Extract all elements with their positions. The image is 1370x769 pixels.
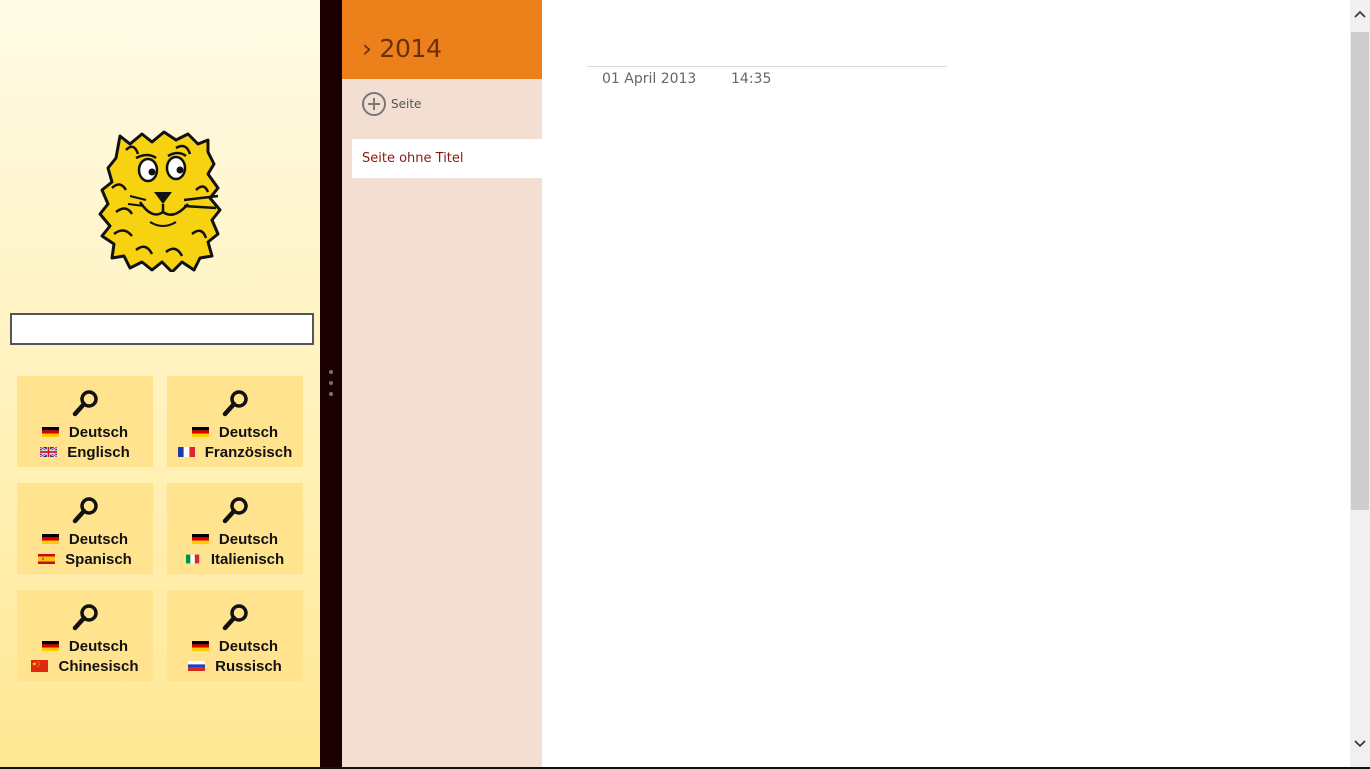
page-title-field[interactable] xyxy=(587,66,947,67)
dict-tile-de-it[interactable]: Deutsch Italienisch xyxy=(167,483,303,574)
target-language-row: Spanisch xyxy=(17,549,153,569)
leo-lion-logo xyxy=(98,130,222,272)
add-circle-icon xyxy=(362,92,386,116)
note-canvas[interactable]: 01 April 2013 14:35 xyxy=(542,0,1350,767)
china-flag-icon xyxy=(31,660,49,672)
scrollbar-thumb[interactable] xyxy=(1351,32,1369,510)
magnifier-icon xyxy=(72,390,98,417)
source-language-label: Deutsch xyxy=(218,637,279,655)
splitter-grip-dot[interactable] xyxy=(329,381,333,385)
page-list-pane: › 2014 Seite Seite ohne Titel xyxy=(342,0,542,767)
target-language-label: Spanisch xyxy=(65,550,132,568)
dict-tile-de-es[interactable]: Deutsch Spanisch xyxy=(17,483,153,574)
target-language-row: Französisch xyxy=(167,442,303,462)
uk-flag-icon xyxy=(40,447,58,457)
leo-search-input[interactable] xyxy=(10,313,314,345)
target-language-row: Chinesisch xyxy=(17,656,153,676)
source-language-row: Deutsch xyxy=(17,529,153,549)
page-time: 14:35 xyxy=(731,71,772,87)
germany-flag-icon xyxy=(191,534,209,544)
target-language-label: Französisch xyxy=(204,443,293,461)
source-language-label: Deutsch xyxy=(68,637,129,655)
spain-flag-icon xyxy=(38,554,56,564)
dict-tile-de-fr[interactable]: Deutsch Französisch xyxy=(167,376,303,467)
germany-flag-icon xyxy=(191,427,209,437)
add-page-label: Seite xyxy=(391,97,422,111)
source-language-row: Deutsch xyxy=(17,636,153,656)
target-language-label: Chinesisch xyxy=(58,657,139,675)
target-language-label: Russisch xyxy=(215,657,282,675)
magnifier-icon xyxy=(222,497,248,524)
germany-flag-icon xyxy=(191,641,209,651)
page-list-item-title: Seite ohne Titel xyxy=(362,151,464,166)
target-language-row: Italienisch xyxy=(167,549,303,569)
magnifier-icon xyxy=(72,604,98,631)
page-date: 01 April 2013 xyxy=(602,71,697,87)
dict-tile-de-ru[interactable]: Deutsch Russisch xyxy=(167,590,303,681)
magnifier-icon xyxy=(72,497,98,524)
source-language-row: Deutsch xyxy=(17,422,153,442)
section-header[interactable]: › 2014 xyxy=(342,0,542,79)
target-language-row: Englisch xyxy=(17,442,153,462)
source-language-label: Deutsch xyxy=(68,423,129,441)
target-language-row: Russisch xyxy=(167,656,303,676)
germany-flag-icon xyxy=(41,641,59,651)
scroll-up-arrow-icon[interactable] xyxy=(1350,0,1370,26)
italy-flag-icon xyxy=(185,554,200,564)
splitter-grip-dot[interactable] xyxy=(329,392,333,396)
magnifier-icon xyxy=(222,604,248,631)
leo-dictionary-pane: Deutsch Englisch Deutsch Französisch Deu… xyxy=(0,0,320,767)
magnifier-icon xyxy=(222,390,248,417)
dict-tile-de-zh[interactable]: Deutsch Chinesisch xyxy=(17,590,153,681)
source-language-row: Deutsch xyxy=(167,422,303,442)
source-language-row: Deutsch xyxy=(167,636,303,656)
section-title[interactable]: › 2014 xyxy=(362,34,442,63)
scroll-down-arrow-icon[interactable] xyxy=(1350,735,1370,757)
germany-flag-icon xyxy=(41,427,59,437)
target-language-label: Italienisch xyxy=(210,550,285,568)
dict-tile-de-en[interactable]: Deutsch Englisch xyxy=(17,376,153,467)
target-language-label: Englisch xyxy=(67,443,130,461)
source-language-label: Deutsch xyxy=(68,530,129,548)
page-list-item[interactable]: Seite ohne Titel xyxy=(352,139,542,178)
add-page-button[interactable]: Seite xyxy=(362,91,421,117)
germany-flag-icon xyxy=(41,534,59,544)
russia-flag-icon xyxy=(188,661,206,671)
source-language-row: Deutsch xyxy=(167,529,303,549)
france-flag-icon xyxy=(177,447,195,457)
source-language-label: Deutsch xyxy=(218,530,279,548)
splitter-grip-dot[interactable] xyxy=(329,370,333,374)
source-language-label: Deutsch xyxy=(218,423,279,441)
